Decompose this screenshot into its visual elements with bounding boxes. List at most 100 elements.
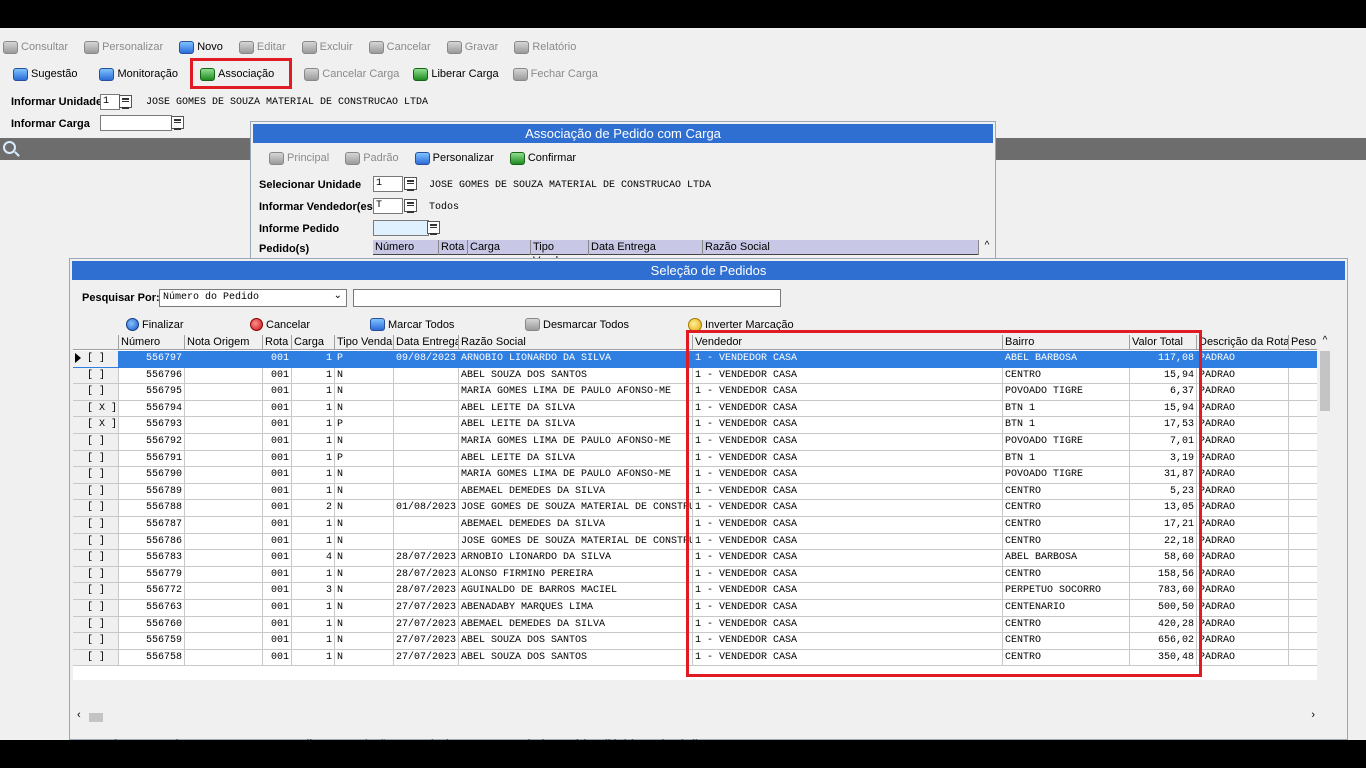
cell-mark[interactable]: [ ] — [73, 517, 119, 534]
carga-input[interactable] — [100, 115, 172, 131]
cell-mark[interactable]: [ ] — [73, 616, 119, 634]
pedidos-column-header[interactable]: Rota — [439, 240, 468, 255]
cell-mark[interactable]: [ ] — [73, 384, 119, 401]
cell-mark[interactable]: [ ] — [73, 483, 119, 501]
pedido-lookup-icon[interactable] — [427, 221, 440, 235]
grid-column-header[interactable]: Número — [119, 335, 185, 350]
unidade-lookup-icon[interactable] — [119, 95, 132, 109]
cell-mark[interactable]: [ ] — [73, 500, 119, 517]
pedido-input[interactable] — [373, 220, 429, 236]
cell-mark[interactable]: [ ] — [73, 467, 119, 484]
toolbar-button-6[interactable]: Gravar — [446, 40, 498, 54]
toolbar-button-7[interactable]: Relatório — [514, 40, 576, 54]
scroll-left-icon[interactable]: ‹ — [77, 709, 81, 721]
load-toolbar-button-0[interactable]: Sugestão — [13, 67, 77, 81]
assoc-toolbar-button-0[interactable]: Principal — [269, 151, 329, 165]
cell-razao: MARIA GOMES LIMA DE PAULO AFONSO-ME — [459, 384, 693, 401]
cell-mark[interactable]: [ ] — [73, 566, 119, 584]
cell-mark[interactable]: [ X ] — [73, 417, 119, 434]
search-by-select[interactable]: Número do Pedido ⌄ — [159, 289, 347, 307]
selection-dialog-title: Seleção de Pedidos — [72, 261, 1345, 280]
horizontal-scrollbar[interactable]: ‹ › — [73, 709, 1333, 723]
load-toolbar-button-3[interactable]: Cancelar Carga — [304, 67, 399, 81]
pedidos-column-header[interactable]: Razão Social — [703, 240, 979, 255]
scroll-right-icon[interactable]: › — [1311, 709, 1315, 721]
search-text-input[interactable] — [353, 289, 781, 307]
cell-mark[interactable]: [ ] — [73, 583, 119, 600]
scroll-thumb[interactable] — [1320, 351, 1330, 411]
cell-mark[interactable]: [ ] — [73, 367, 119, 385]
selection-action-2[interactable]: Marcar Todos — [370, 318, 454, 331]
cell-rota: 001 — [263, 566, 292, 584]
pedidos-column-header[interactable]: Carga — [468, 240, 531, 255]
selection-action-1[interactable]: Cancelar — [250, 318, 310, 331]
vendedor-lookup-icon[interactable] — [404, 199, 417, 213]
grid-column-header[interactable]: Carga — [292, 335, 335, 350]
toolbar-button-3[interactable]: Editar — [238, 40, 286, 54]
pedidos-scroll-up-icon[interactable]: ^ — [981, 240, 993, 255]
assoc-toolbar-button-3[interactable]: Confirmar — [509, 151, 576, 165]
delete-icon — [301, 40, 317, 54]
cell-razao: ABEMAEL DEMEDES DA SILVA — [459, 517, 693, 534]
pedidos-column-header[interactable]: Tipo Venda — [531, 240, 589, 267]
carga-lookup-icon[interactable] — [171, 116, 184, 130]
grid-column-header[interactable] — [73, 335, 119, 350]
cell-numero: 556789 — [119, 483, 185, 501]
cell-mark[interactable]: [ ] — [73, 434, 119, 451]
cell-tipo: N — [335, 500, 394, 517]
assoc-toolbar-button-1[interactable]: Padrão — [345, 151, 399, 165]
cell-mark[interactable]: [ ] — [73, 533, 119, 551]
horizontal-scroll-thumb[interactable] — [89, 713, 103, 722]
select-unidade-input[interactable]: 1 — [373, 176, 403, 192]
grid-column-header[interactable]: Nota Origem — [185, 335, 263, 350]
vendedor-input[interactable]: T — [373, 198, 403, 214]
load-toolbar-button-label: Monitoração — [117, 68, 179, 80]
toolbar-button-2[interactable]: Novo — [179, 40, 223, 54]
cell-numero: 556763 — [119, 600, 185, 617]
toolbar-button-4[interactable]: Excluir — [301, 40, 353, 54]
cell-carga: 1 — [292, 633, 335, 650]
cell-rota: 001 — [263, 616, 292, 634]
pedidos-column-header[interactable]: Número — [373, 240, 439, 255]
pedidos-column-header[interactable]: Data Entrega — [589, 240, 703, 255]
grid-column-header[interactable]: Tipo Venda — [335, 335, 394, 350]
cell-tipo: N — [335, 533, 394, 551]
assoc-toolbar-button-label: Padrão — [363, 152, 399, 164]
toolbar-button-0[interactable]: Consultar — [3, 40, 68, 54]
toolbar-button-label: Editar — [256, 41, 286, 53]
cell-tipo: N — [335, 400, 394, 418]
select-unidade-lookup-icon[interactable] — [404, 177, 417, 191]
toolbar-button-1[interactable]: Personalizar — [84, 40, 163, 54]
cell-nota — [185, 400, 263, 418]
toolbar-button-5[interactable]: Cancelar — [368, 40, 431, 54]
application-window: Consultar Personalizar Novo Editar Excluir Ca… — [0, 28, 1366, 750]
cell-rota: 001 — [263, 550, 292, 567]
load-toolbar-button-4[interactable]: Liberar Carga — [413, 67, 499, 81]
unidade-input[interactable]: 1 — [100, 94, 120, 110]
vertical-scrollbar[interactable]: ^ — [1317, 335, 1333, 680]
cell-mark[interactable]: [ ] — [73, 649, 119, 667]
cell-numero: 556783 — [119, 550, 185, 567]
cell-rota: 001 — [263, 517, 292, 534]
grid-column-header[interactable]: Descrição da Rota — [1197, 335, 1289, 350]
selection-action-0[interactable]: Finalizar — [126, 318, 184, 331]
load-toolbar-button-label: Fechar Carga — [530, 68, 598, 80]
cell-mark[interactable]: [ ] — [73, 600, 119, 617]
cell-nota — [185, 616, 263, 634]
cell-data: 28/07/2023 — [394, 566, 459, 584]
search-by-value: Número do Pedido — [163, 292, 260, 303]
scroll-up-icon[interactable]: ^ — [1317, 335, 1333, 349]
selection-action-3[interactable]: Desmarcar Todos — [525, 318, 629, 331]
cell-mark[interactable]: [ ] — [73, 550, 119, 567]
close-load-icon — [512, 67, 528, 81]
cell-mark[interactable]: [ X ] — [73, 400, 119, 418]
grid-column-header[interactable]: Data Entrega — [394, 335, 459, 350]
magnifier-icon[interactable] — [3, 141, 16, 154]
load-toolbar-button-1[interactable]: Monitoração — [99, 67, 179, 81]
assoc-toolbar-button-2[interactable]: Personalizar — [414, 151, 494, 165]
cell-mark[interactable]: [ ] — [73, 450, 119, 468]
grid-column-header[interactable]: Rota — [263, 335, 292, 350]
load-toolbar-button-5[interactable]: Fechar Carga — [512, 67, 598, 81]
grid-column-header[interactable]: Razão Social — [459, 335, 693, 350]
cell-mark[interactable]: [ ] — [73, 633, 119, 650]
